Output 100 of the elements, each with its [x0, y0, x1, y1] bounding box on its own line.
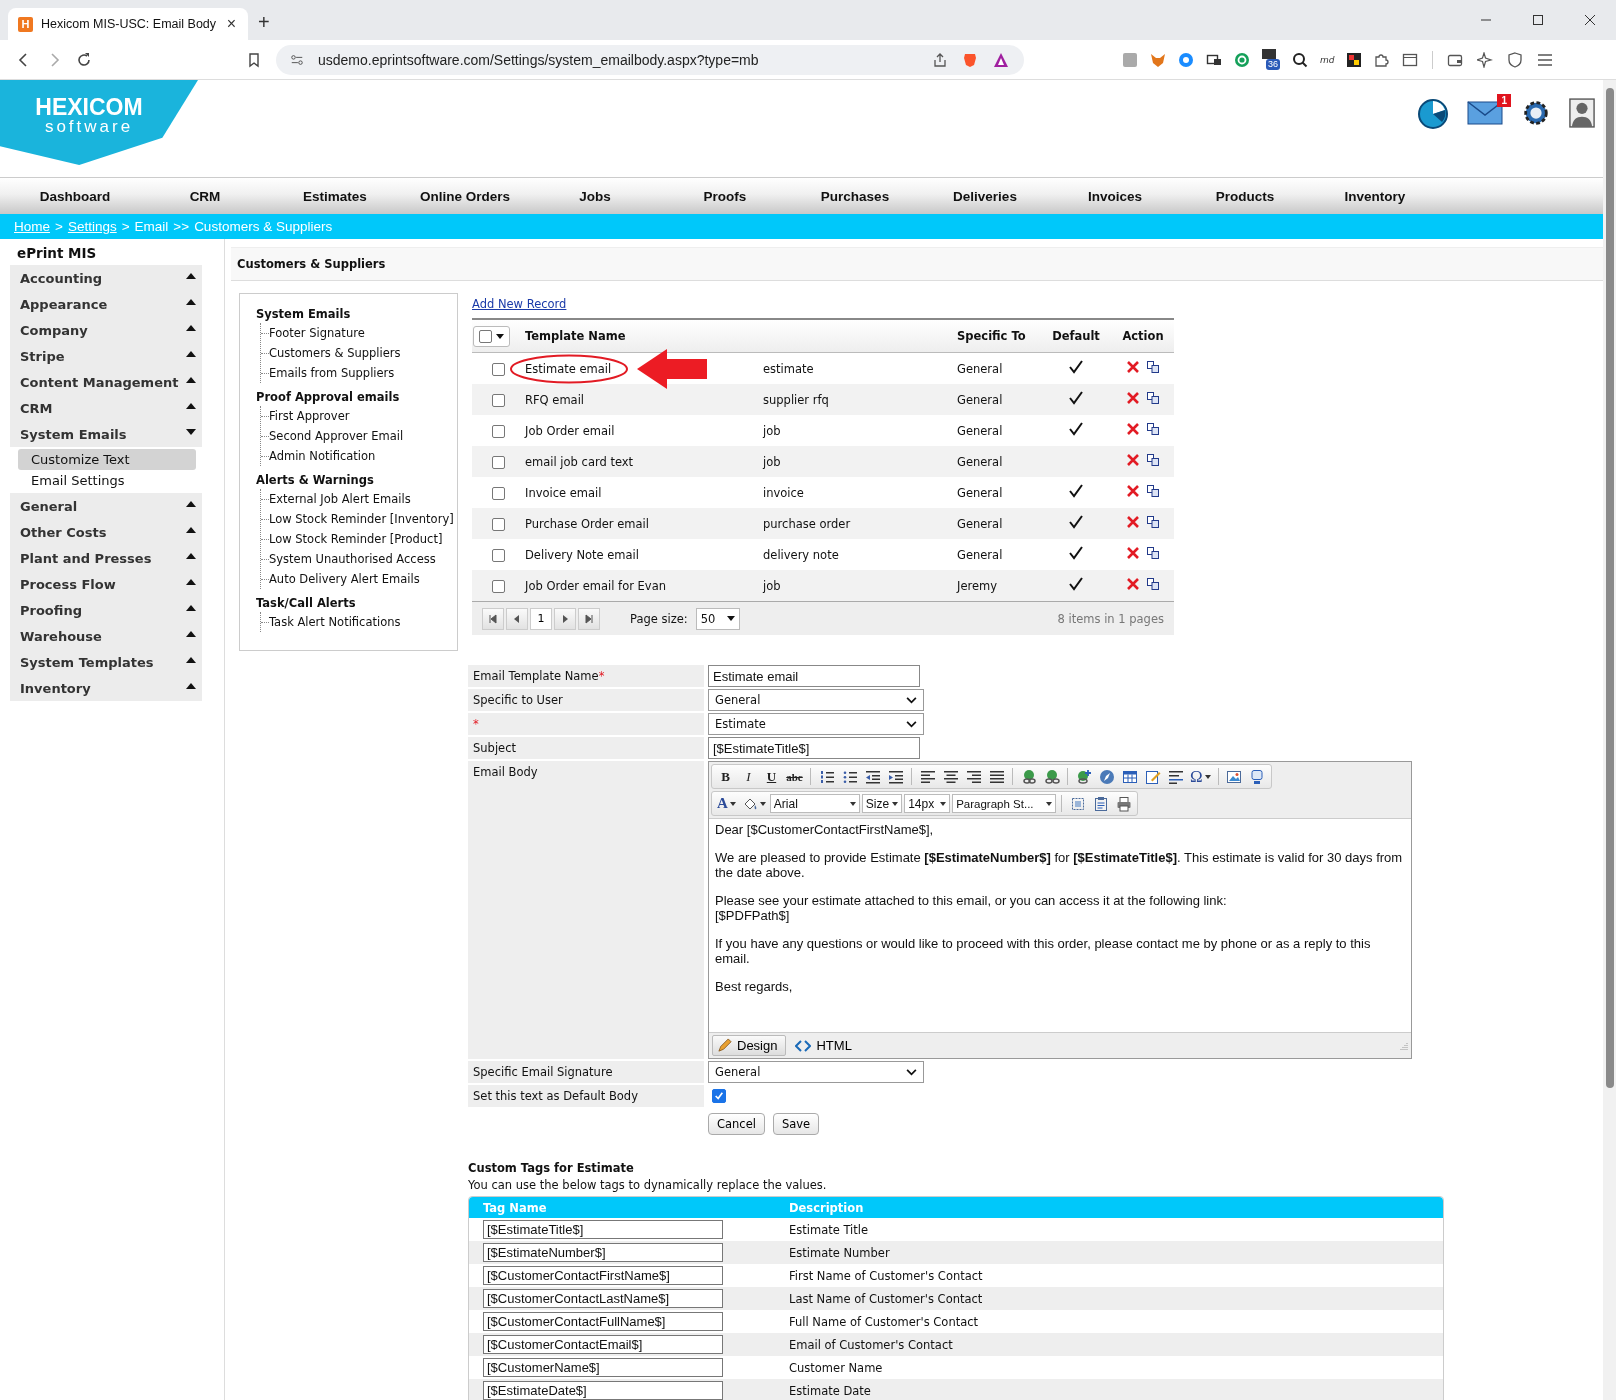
- table-cell[interactable]: Delivery Note email: [525, 547, 639, 562]
- checkbox[interactable]: [712, 1089, 726, 1103]
- address-field[interactable]: usdemo.eprintsoftware.com/Settings/system_emailbody.aspx?type=mb: [276, 44, 1024, 75]
- delete-icon[interactable]: [1127, 485, 1139, 497]
- tree-item[interactable]: Low Stock Reminder [Inventory]: [269, 512, 454, 526]
- tree-group[interactable]: System Emails: [256, 306, 457, 323]
- delete-icon[interactable]: [1127, 547, 1139, 559]
- copy-icon[interactable]: [1147, 516, 1159, 528]
- copy-icon[interactable]: [1147, 547, 1159, 559]
- select-dropdown[interactable]: General: [708, 689, 924, 711]
- delete-icon[interactable]: [1127, 361, 1139, 373]
- triangle-icon[interactable]: [992, 51, 1010, 68]
- sidebar-section[interactable]: Accounting: [10, 265, 202, 291]
- tree-group[interactable]: Alerts & Warnings: [256, 472, 457, 489]
- shield-icon[interactable]: [1507, 51, 1524, 68]
- input-field[interactable]: [$EstimateTitle$]: [708, 737, 920, 759]
- next-page-button[interactable]: [554, 607, 576, 630]
- delete-icon[interactable]: [1127, 454, 1139, 466]
- lion-shield-icon[interactable]: [962, 51, 978, 68]
- tag-input-field[interactable]: [$CustomerContactFirstName$]: [483, 1266, 723, 1285]
- checkbox[interactable]: [479, 329, 492, 343]
- tree-item[interactable]: Second Approver Email: [269, 429, 404, 443]
- tree-item[interactable]: Footer Signature: [269, 326, 365, 340]
- page-size-dropdown[interactable]: 50: [695, 607, 740, 630]
- delete-icon[interactable]: [1127, 516, 1139, 528]
- browser-tab[interactable]: H Hexicom MIS-USC: Email Body ×: [8, 8, 248, 40]
- select-all-dropdown[interactable]: [473, 325, 510, 347]
- editor-mode-tab[interactable]: Design: [712, 1035, 787, 1056]
- font-dropdown[interactable]: Arial: [769, 794, 860, 813]
- row-checkbox[interactable]: [491, 393, 505, 407]
- scrollbar[interactable]: [1603, 80, 1616, 1400]
- row-checkbox[interactable]: [491, 362, 505, 376]
- tag-input-field[interactable]: [$EstimateDate$]: [483, 1381, 723, 1400]
- sidebar-section[interactable]: Process Flow: [10, 571, 202, 597]
- table-cell[interactable]: Invoice email: [525, 485, 602, 500]
- tree-item[interactable]: External Job Alert Emails: [269, 492, 411, 506]
- row-checkbox[interactable]: [491, 517, 505, 531]
- sidebar-section[interactable]: Plant and Presses: [10, 545, 202, 571]
- sidebar-section[interactable]: Stripe: [10, 343, 202, 369]
- tag-input-field[interactable]: [$EstimateTitle$]: [483, 1220, 723, 1239]
- maximize-icon[interactable]: [1532, 14, 1544, 26]
- nav-menu-item[interactable]: Estimates: [270, 188, 400, 204]
- copy-icon[interactable]: [1147, 485, 1159, 497]
- close-tab-button[interactable]: ×: [224, 15, 238, 33]
- nav-menu-item[interactable]: Products: [1180, 188, 1310, 204]
- input-field[interactable]: Estimate email: [708, 665, 920, 687]
- copy-icon[interactable]: [1147, 578, 1159, 590]
- font-color-button[interactable]: A: [715, 793, 738, 814]
- nav-menu-item[interactable]: Deliveries: [920, 188, 1050, 204]
- paragraph-style-dropdown[interactable]: Paragraph St...: [952, 794, 1057, 813]
- select-dropdown[interactable]: Estimate: [708, 713, 924, 735]
- sidebar-section[interactable]: Inventory: [10, 675, 202, 701]
- extension-icon[interactable]: [1346, 51, 1363, 68]
- calendar-icon[interactable]: [1262, 48, 1276, 59]
- resize-grip-icon[interactable]: [1400, 1041, 1408, 1050]
- mail-icon[interactable]: [1467, 98, 1503, 126]
- table-cell[interactable]: Job Order email: [525, 423, 615, 438]
- tree-item[interactable]: Customers & Suppliers: [269, 346, 401, 360]
- nav-menu-item[interactable]: Inventory: [1310, 188, 1440, 204]
- tree-item[interactable]: First Approver: [269, 409, 350, 423]
- font-size-dropdown[interactable]: Size: [861, 794, 903, 813]
- nav-menu-item[interactable]: CRM: [140, 188, 270, 204]
- nav-menu-item[interactable]: Proofs: [660, 188, 790, 204]
- close-icon[interactable]: [1584, 14, 1596, 26]
- site-settings-icon[interactable]: [290, 52, 304, 67]
- nav-menu-item[interactable]: Online Orders: [400, 188, 530, 204]
- caret-icon[interactable]: [496, 333, 504, 339]
- first-page-button[interactable]: [482, 607, 504, 630]
- tree-item[interactable]: Task Alert Notifications: [269, 615, 401, 629]
- select-dropdown[interactable]: General: [708, 1061, 924, 1083]
- nav-menu-item[interactable]: Invoices: [1050, 188, 1180, 204]
- row-checkbox[interactable]: [491, 579, 505, 593]
- tree-item[interactable]: Admin Notification: [269, 449, 376, 463]
- sparkle-icon[interactable]: [1477, 51, 1494, 68]
- delete-icon[interactable]: [1127, 578, 1139, 590]
- copy-icon[interactable]: [1147, 423, 1159, 435]
- italic-button[interactable]: I: [738, 766, 759, 787]
- copy-icon[interactable]: [1147, 454, 1159, 466]
- magnifier-icon[interactable]: [1292, 51, 1308, 68]
- menu-icon[interactable]: [1537, 51, 1554, 68]
- panel-icon[interactable]: [1402, 51, 1419, 68]
- share-icon[interactable]: [932, 51, 948, 68]
- sidebar-item[interactable]: Email Settings: [18, 470, 196, 491]
- nav-menu-item[interactable]: Dashboard: [10, 188, 140, 204]
- tree-item[interactable]: System Unauthorised Access: [269, 552, 436, 566]
- row-checkbox[interactable]: [491, 424, 505, 438]
- reload-icon[interactable]: [76, 51, 92, 68]
- sidebar-section[interactable]: Company: [10, 317, 202, 343]
- tree-item[interactable]: Emails from Suppliers: [269, 366, 395, 380]
- user-avatar-icon[interactable]: [1569, 98, 1595, 128]
- symbol-button[interactable]: Ω: [1188, 766, 1213, 787]
- sidebar-section[interactable]: General: [10, 493, 202, 519]
- tree-group[interactable]: Proof Approval emails: [256, 389, 457, 406]
- font-size-dropdown[interactable]: 14px: [904, 794, 951, 813]
- bookmark-icon[interactable]: [246, 51, 262, 68]
- puzzle-icon[interactable]: [1374, 51, 1391, 68]
- delete-icon[interactable]: [1127, 423, 1139, 435]
- underline-button[interactable]: U: [761, 766, 782, 787]
- nav-menu-item[interactable]: Purchases: [790, 188, 920, 204]
- row-checkbox[interactable]: [491, 548, 505, 562]
